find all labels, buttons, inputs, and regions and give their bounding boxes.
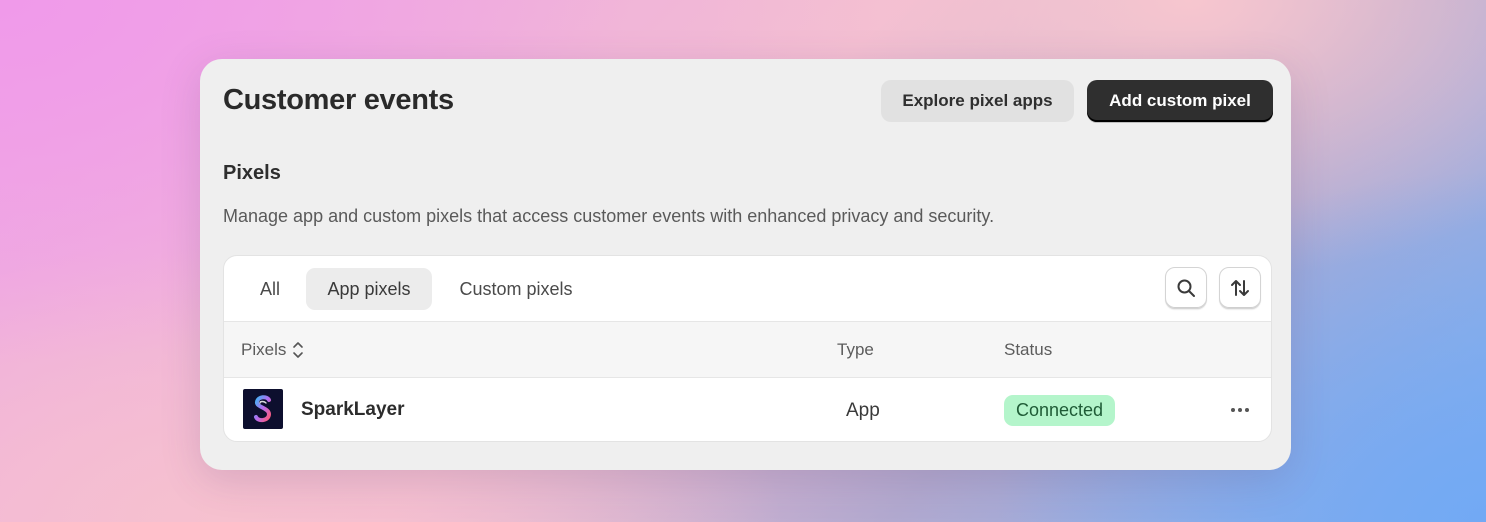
status-badge: Connected xyxy=(1004,395,1116,426)
more-actions-button[interactable] xyxy=(1224,396,1256,424)
pixel-type: App xyxy=(846,400,880,421)
sort-chevrons-icon xyxy=(293,342,304,358)
tab-app-pixels[interactable]: App pixels xyxy=(306,268,432,310)
search-icon xyxy=(1177,279,1195,297)
section-title: Pixels xyxy=(223,162,281,184)
column-header-pixels[interactable]: Pixels xyxy=(241,340,304,360)
filter-tabs: All App pixels Custom pixels xyxy=(224,256,1271,322)
column-header-status: Status xyxy=(1004,340,1053,359)
column-header-type: Type xyxy=(837,340,874,359)
search-button[interactable] xyxy=(1165,267,1207,309)
ellipsis-icon xyxy=(1231,408,1235,412)
page-title: Customer events xyxy=(223,84,454,116)
table-header: Pixels Type Status xyxy=(224,322,1271,378)
column-header-label: Pixels xyxy=(241,340,287,359)
add-custom-pixel-button[interactable]: Add custom pixel xyxy=(1087,80,1273,122)
pixel-name[interactable]: SparkLayer xyxy=(301,399,405,421)
tab-all[interactable]: All xyxy=(244,268,296,310)
sort-button[interactable] xyxy=(1219,267,1261,309)
sort-icon xyxy=(1231,280,1249,296)
pixels-table-panel: All App pixels Custom pixels Pixels Type… xyxy=(223,255,1272,442)
section-description: Manage app and custom pixels that access… xyxy=(223,206,995,226)
tab-custom-pixels[interactable]: Custom pixels xyxy=(442,268,590,310)
sparklayer-logo xyxy=(243,389,283,429)
customer-events-card: Customer events Explore pixel apps Add c… xyxy=(200,59,1291,470)
table-row[interactable]: SparkLayer App Connected xyxy=(224,378,1271,441)
explore-pixel-apps-button[interactable]: Explore pixel apps xyxy=(881,80,1074,122)
